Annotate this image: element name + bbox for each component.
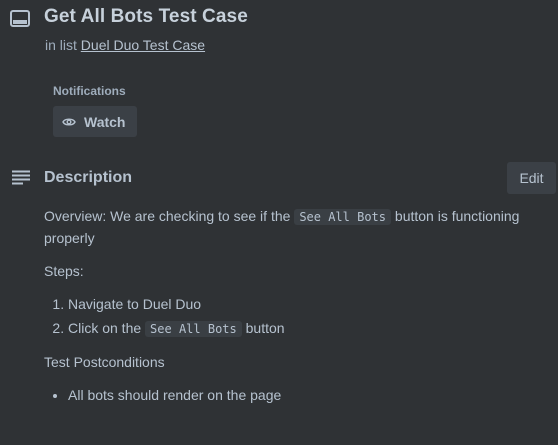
watch-label: Watch (84, 113, 126, 130)
step-item-2: Click on the See All Bots button (68, 318, 550, 340)
description-body[interactable]: Overview: We are checking to see if the … (44, 206, 550, 406)
overview-prefix: Overview: We are checking to see if the (44, 208, 291, 224)
description-title: Description (44, 169, 133, 186)
edit-description-button[interactable]: Edit (507, 162, 556, 194)
list-link[interactable]: Duel Duo Test Case (81, 37, 205, 53)
watch-button[interactable]: Watch (53, 106, 137, 137)
postcondition-item-1: All bots should render on the page (68, 385, 550, 406)
step-item-1: Navigate to Duel Duo (68, 294, 550, 315)
step-2-code: See All Bots (145, 321, 242, 337)
description-lines-icon (12, 170, 30, 185)
notifications-label: Notifications (53, 84, 126, 98)
step-2-prefix: Click on the (68, 320, 142, 336)
eye-icon (62, 117, 76, 126)
overview-paragraph: Overview: We are checking to see if the … (44, 206, 550, 249)
card-title: Get All Bots Test Case (44, 6, 248, 27)
step-2-suffix: button (245, 320, 285, 336)
steps-label: Steps: (44, 263, 84, 279)
postcondition-1-text: All bots should render on the page (68, 387, 282, 403)
card-detail: Get All Bots Test Case in list Duel Duo … (0, 0, 558, 445)
overview-code: See All Bots (294, 209, 392, 225)
steps-list: Navigate to Duel Duo Click on the See Al… (44, 294, 550, 340)
postconditions-label: Test Postconditions (44, 354, 165, 370)
card-icon (10, 10, 30, 27)
in-list-prefix: in list (45, 37, 77, 53)
in-list-text: in list Duel Duo Test Case (45, 37, 205, 53)
postconditions-list: All bots should render on the page (44, 385, 550, 406)
step-1-text: Navigate to Duel Duo (68, 296, 202, 312)
